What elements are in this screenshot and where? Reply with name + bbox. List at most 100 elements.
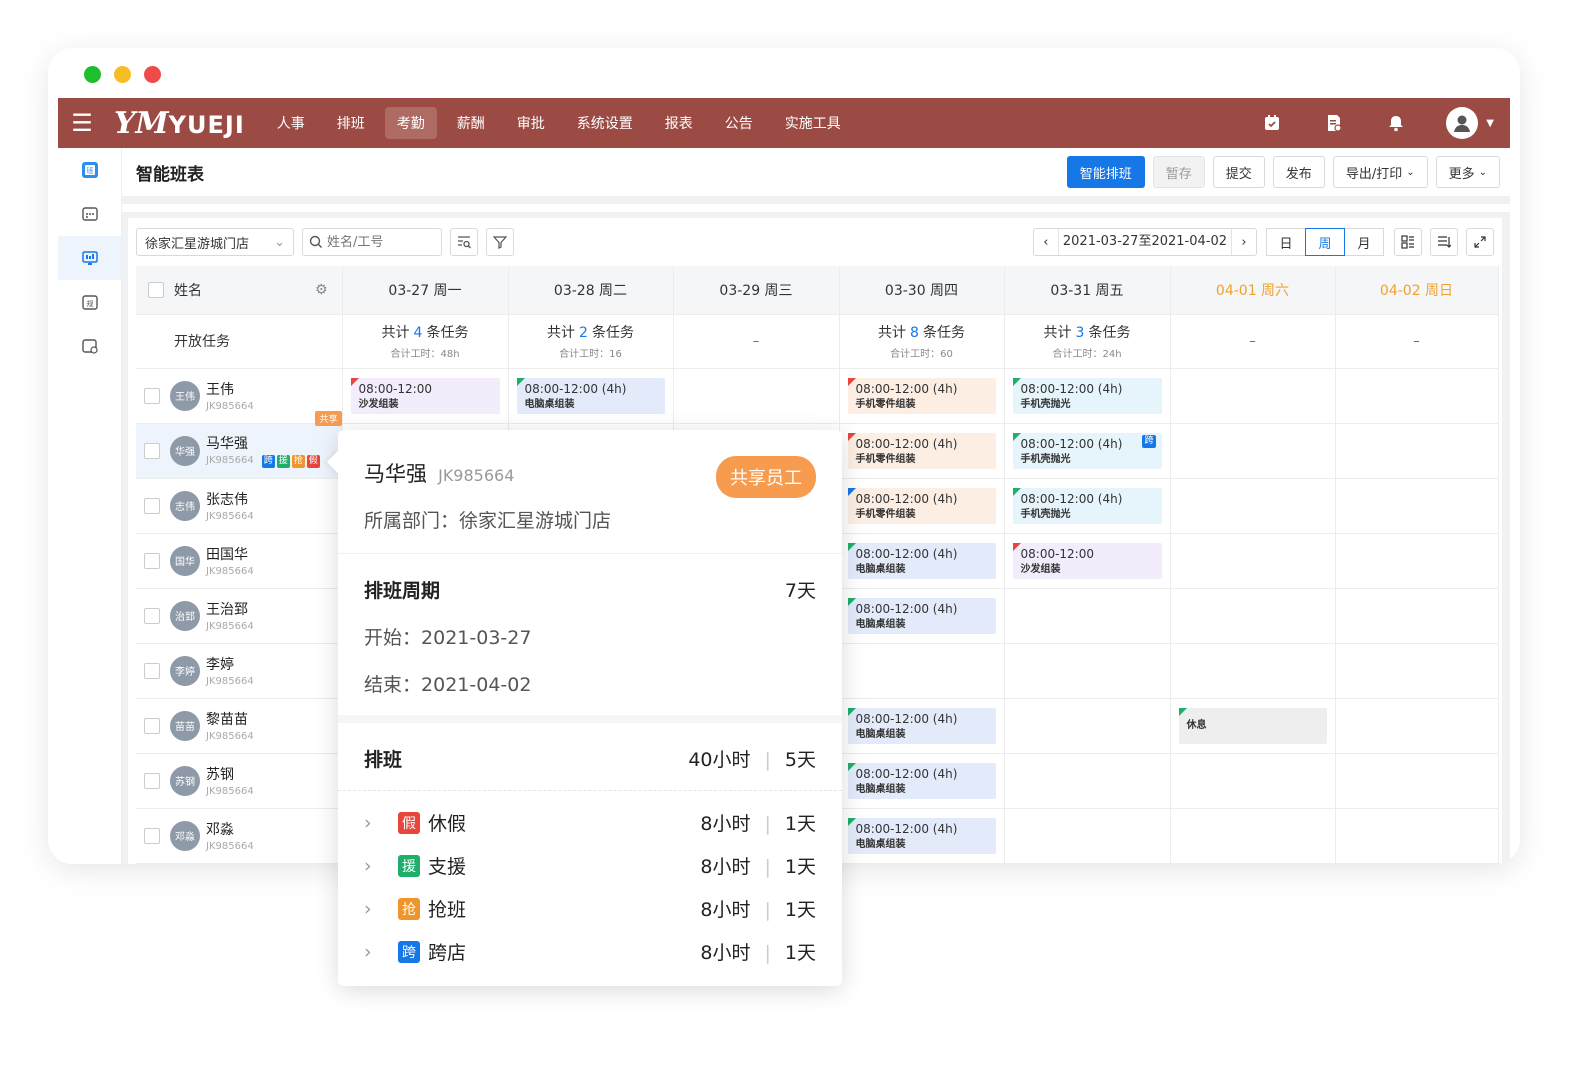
breakdown-item[interactable]: › 跨跨店 8小时 | 1天 — [364, 930, 816, 973]
sort-button[interactable] — [1430, 228, 1458, 256]
shift-block[interactable]: 08:00-12:00 (4h) 手机壳抛光 — [1012, 487, 1162, 524]
schedule-cell[interactable]: 08:00-12:00 (4h) 电脑桌组装 — [839, 588, 1005, 644]
schedule-cell[interactable] — [1335, 643, 1499, 699]
schedule-cell[interactable] — [1335, 533, 1499, 589]
row-checkbox[interactable] — [144, 772, 160, 789]
row-checkbox[interactable] — [144, 442, 160, 459]
open-tasks-cell[interactable]: 共计 2 条任务 合计工时：16 — [508, 314, 674, 369]
schedule-cell[interactable] — [1170, 808, 1336, 864]
window-minimize-button[interactable] — [114, 66, 131, 83]
window-close-button[interactable] — [144, 66, 161, 83]
shift-block[interactable]: 08:00-12:00 (4h) 电脑桌组装 — [847, 542, 996, 579]
document-icon[interactable] — [1322, 111, 1346, 135]
shift-block[interactable]: 08:00-12:00 (4h) 手机零件组装 — [847, 377, 996, 414]
bell-icon[interactable] — [1384, 111, 1408, 135]
open-tasks-cell[interactable]: 共计 8 条任务 合计工时：60 — [839, 314, 1005, 369]
schedule-cell[interactable]: 08:00-12:00 (4h) 手机壳抛光 — [1004, 478, 1171, 534]
schedule-cell[interactable] — [1335, 698, 1499, 754]
nav-item[interactable]: 系统设置 — [565, 107, 645, 139]
schedule-cell[interactable] — [1335, 478, 1499, 534]
sidebar-item-smart-schedule[interactable] — [58, 236, 121, 280]
open-tasks-cell[interactable]: – — [1335, 314, 1499, 369]
shift-block[interactable]: 08:00-12:00 (4h) 电脑桌组装 — [847, 817, 996, 854]
schedule-cell[interactable] — [1335, 808, 1499, 864]
schedule-cell[interactable] — [839, 643, 1005, 699]
breakdown-item[interactable]: › 援支援 8小时 | 1天 — [364, 844, 816, 887]
nav-item[interactable]: 薪酬 — [445, 107, 497, 139]
shift-block[interactable]: 08:00-12:00 沙发组装 — [350, 377, 500, 414]
select-all-checkbox[interactable] — [148, 281, 164, 298]
employee-name-cell[interactable]: 苗苗 黎苗苗 JK985664 — [136, 698, 343, 754]
date-range-label[interactable]: 2021-03-27至2021-04-02 — [1057, 229, 1232, 255]
schedule-cell[interactable] — [1335, 753, 1499, 809]
schedule-cell[interactable]: 08:00-12:00 (4h) 电脑桌组装 — [839, 533, 1005, 589]
schedule-cell[interactable] — [1170, 753, 1336, 809]
store-select[interactable]: 徐家汇星游城门店 ⌄ — [136, 228, 294, 256]
employee-name-cell[interactable]: 华强 马华强 JK985664 跨援抢假 共享 — [136, 411, 343, 479]
schedule-cell[interactable]: 08:00-12:00 (4h) 手机零件组装 — [839, 368, 1005, 424]
schedule-cell[interactable] — [1170, 533, 1336, 589]
schedule-cell[interactable] — [1335, 588, 1499, 644]
employee-name-cell[interactable]: 治郅 王治郅 JK985664 — [136, 588, 343, 644]
schedule-cell[interactable] — [1170, 643, 1336, 699]
nav-item[interactable]: 考勤 — [384, 107, 437, 139]
schedule-cell[interactable]: 08:00-12:00 (4h) 手机壳抛光 跨 — [1004, 423, 1171, 479]
employee-name-cell[interactable]: 李婷 李婷 JK985664 — [136, 643, 343, 699]
row-checkbox[interactable] — [144, 662, 160, 679]
row-checkbox[interactable] — [144, 607, 160, 624]
open-tasks-cell[interactable]: 共计 3 条任务 合计工时：24h — [1004, 314, 1171, 369]
row-checkbox[interactable] — [144, 497, 160, 514]
schedule-cell[interactable]: 08:00-12:00 (4h) 电脑桌组装 — [508, 368, 674, 424]
settings-gear-icon[interactable]: ⚙ — [315, 282, 328, 298]
schedule-cell[interactable]: 08:00-12:00 (4h) 手机壳抛光 — [1004, 368, 1171, 424]
filter-button[interactable] — [486, 228, 514, 256]
row-checkbox[interactable] — [144, 387, 160, 404]
draft-button[interactable]: 暂存 — [1152, 156, 1205, 188]
publish-button[interactable]: 发布 — [1272, 156, 1325, 188]
schedule-cell[interactable] — [1170, 478, 1336, 534]
user-menu[interactable]: ▼ — [1446, 107, 1494, 139]
schedule-cell[interactable] — [1170, 423, 1336, 479]
schedule-cell[interactable]: 08:00-12:00 (4h) 手机零件组装 — [839, 478, 1005, 534]
advanced-search-button[interactable] — [450, 228, 478, 256]
row-checkbox[interactable] — [144, 827, 160, 844]
card-view-button[interactable] — [1394, 228, 1422, 256]
sidebar-item-calendar[interactable] — [58, 192, 121, 236]
nav-item[interactable]: 排班 — [325, 107, 377, 139]
search-input[interactable] — [327, 234, 431, 250]
window-maximize-button[interactable] — [84, 66, 101, 83]
schedule-cell[interactable] — [1170, 588, 1336, 644]
sidebar-item-rules[interactable]: 规 — [58, 280, 121, 324]
fullscreen-button[interactable] — [1466, 228, 1494, 256]
view-option[interactable]: 周 — [1305, 228, 1345, 256]
sidebar-item-schedule[interactable]: 班 — [58, 148, 121, 192]
schedule-cell[interactable]: 08:00-12:00 (4h) 电脑桌组装 — [839, 753, 1005, 809]
nav-item[interactable]: 公告 — [713, 107, 765, 139]
schedule-cell[interactable]: 08:00-12:00 (4h) 电脑桌组装 — [839, 808, 1005, 864]
employee-name-cell[interactable]: 邓淼 邓淼 JK985664 — [136, 808, 343, 864]
open-tasks-cell[interactable]: – — [1170, 314, 1336, 369]
shift-block[interactable]: 08:00-12:00 (4h) 手机零件组装 — [847, 487, 996, 524]
view-option[interactable]: 日 — [1266, 228, 1306, 256]
shift-block[interactable]: 08:00-12:00 (4h) 电脑桌组装 — [516, 377, 665, 414]
schedule-cell[interactable] — [1335, 423, 1499, 479]
shift-block[interactable]: 08:00-12:00 (4h) 手机壳抛光 — [1012, 377, 1162, 414]
schedule-cell[interactable] — [1004, 808, 1171, 864]
schedule-cell[interactable] — [673, 368, 840, 424]
schedule-cell[interactable] — [1004, 753, 1171, 809]
row-checkbox[interactable] — [144, 552, 160, 569]
schedule-cell[interactable]: 08:00-12:00 沙发组装 — [342, 368, 509, 424]
shift-block[interactable]: 08:00-12:00 (4h) 电脑桌组装 — [847, 762, 996, 799]
employee-name-cell[interactable]: 国华 田国华 JK985664 — [136, 533, 343, 589]
shift-block[interactable]: 08:00-12:00 沙发组装 — [1012, 542, 1162, 579]
schedule-cell[interactable] — [1170, 368, 1336, 424]
more-button[interactable]: 更多 ⌄ — [1435, 156, 1500, 188]
next-week-icon[interactable]: › — [1232, 235, 1256, 250]
breakdown-item[interactable]: › 假休假 8小时 | 1天 — [364, 801, 816, 844]
app-logo[interactable]: YM YUEJI — [114, 106, 245, 141]
view-option[interactable]: 月 — [1344, 228, 1384, 256]
nav-item[interactable]: 实施工具 — [773, 107, 853, 139]
schedule-cell[interactable] — [1004, 698, 1171, 754]
sidebar-item-settings[interactable] — [58, 324, 121, 368]
open-tasks-cell[interactable]: 共计 4 条任务 合计工时：48h — [342, 314, 509, 369]
